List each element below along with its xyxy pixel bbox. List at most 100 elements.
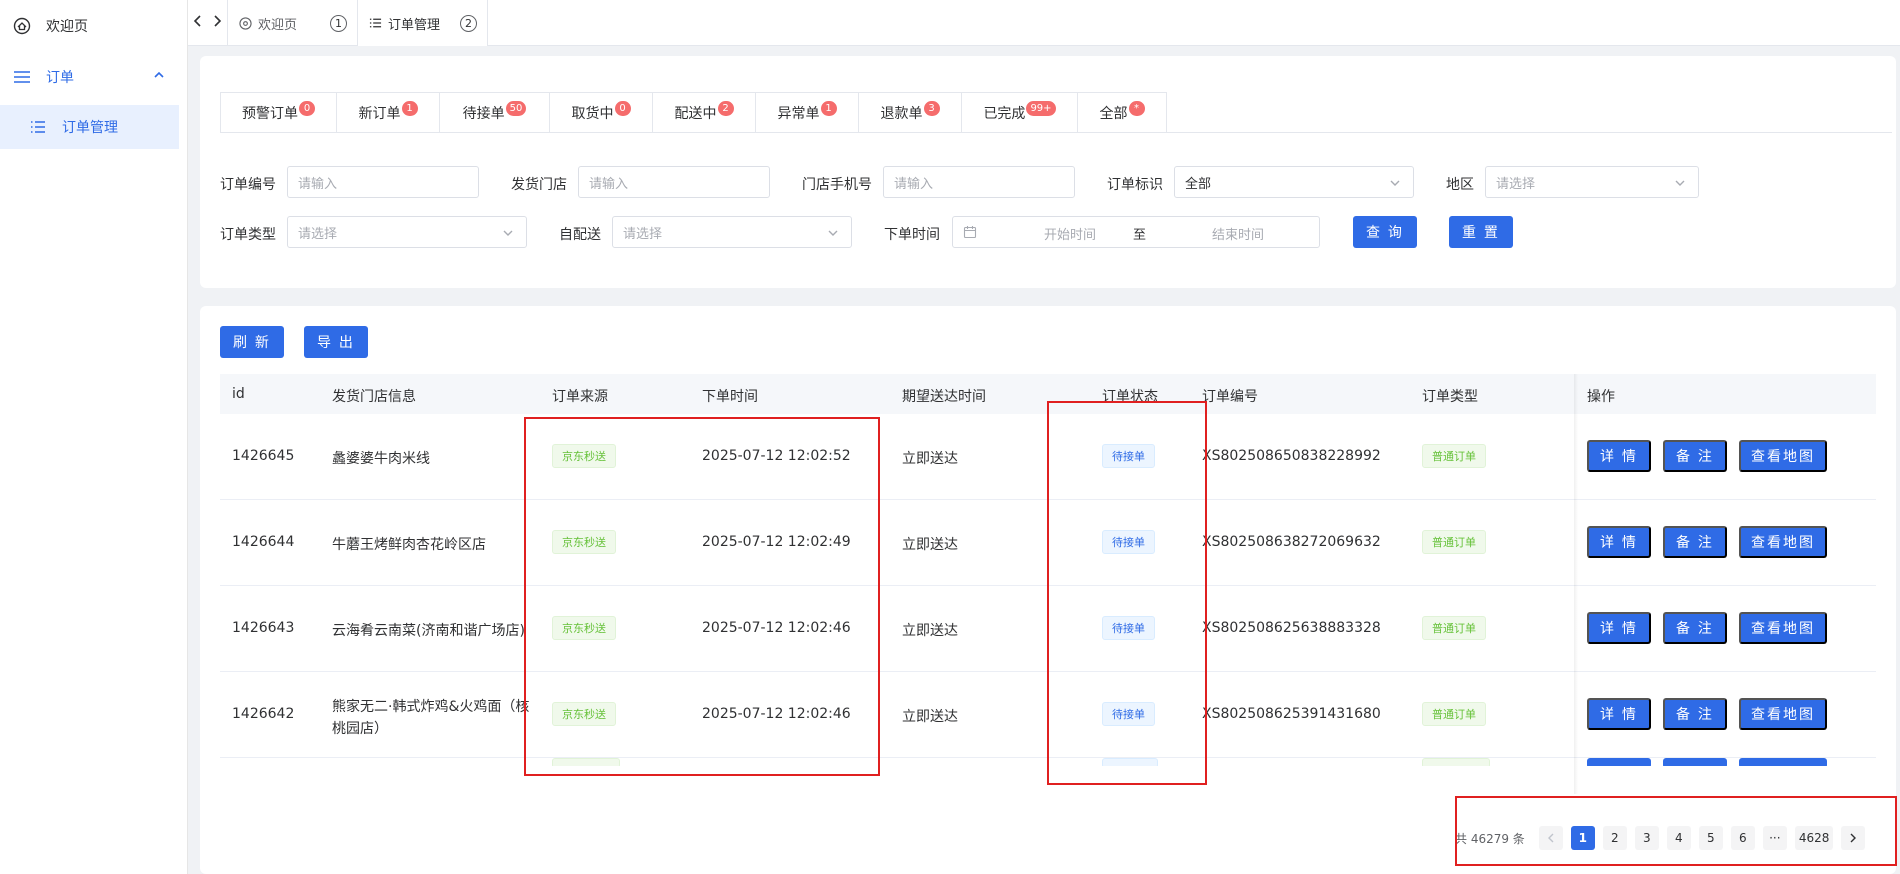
table-row: 1426644 牛蘑王烤鲜肉杏花岭区店 京东秒送 2025-07-12 12:0… — [220, 500, 1876, 586]
note-button[interactable]: 备 注 — [1663, 612, 1727, 644]
sidebar: 欢迎页 订单 订单管理 — [0, 0, 188, 874]
export-button[interactable]: 导 出 — [304, 326, 368, 358]
count-badge: 3 — [923, 100, 940, 116]
status-tab-label: 预警订单 — [242, 106, 298, 122]
status-tab-pending[interactable]: 待接单 50 — [440, 93, 550, 133]
col-header-type: 订单类型 — [1422, 389, 1478, 405]
mark-select-value: 全部 — [1185, 176, 1212, 192]
self-delivery-select[interactable]: 请选择 — [612, 216, 852, 248]
sidebar-item-orders[interactable]: 订单 — [0, 55, 179, 99]
col-header-expect-time: 期望送达时间 — [902, 389, 986, 405]
status-tab-label: 待接单 — [462, 106, 505, 122]
status-tab-new[interactable]: 新订单 1 — [337, 93, 440, 133]
view-map-button[interactable]: 查看地图 — [1739, 526, 1827, 558]
home-icon — [12, 16, 32, 36]
tab-welcome[interactable]: 欢迎页 1 — [228, 0, 358, 46]
table-row: 1426645 蠡婆婆牛肉米线 京东秒送 2025-07-12 12:02:52… — [220, 414, 1876, 500]
status-badge: 待接单 — [1102, 616, 1155, 640]
note-button[interactable]: 备 注 — [1663, 698, 1727, 730]
page-4[interactable]: 4 — [1666, 826, 1691, 850]
detail-button[interactable]: 详 情 — [1587, 440, 1651, 472]
tab-label: 订单管理 — [388, 17, 441, 33]
sidebar-item-order-management[interactable]: 订单管理 — [0, 105, 179, 149]
view-map-button[interactable]: 查看地图 — [1739, 440, 1827, 472]
page-1[interactable]: 1 — [1570, 826, 1595, 850]
region-select[interactable]: 请选择 — [1485, 166, 1699, 198]
cell-order-no: XS802508638272069632 — [1202, 534, 1381, 550]
pagination: 共 46279 条 1 2 3 4 5 6 ··· 4628 — [1455, 824, 1873, 852]
page-2[interactable]: 2 — [1602, 826, 1627, 850]
store-label: 发货门店 — [511, 177, 567, 193]
table-row-partial — [220, 758, 1876, 766]
note-button[interactable]: 备 注 — [1663, 526, 1727, 558]
sidebar-item-welcome[interactable]: 欢迎页 — [0, 4, 179, 48]
detail-button[interactable]: 详 情 — [1587, 612, 1651, 644]
refresh-button[interactable]: 刷 新 — [220, 326, 284, 358]
cell-order-no: XS802508650838228992 — [1202, 448, 1381, 464]
table-header: id 发货门店信息 订单来源 下单时间 期望送达时间 订单状态 订单编号 订单类… — [220, 374, 1876, 414]
type-select[interactable]: 请选择 — [287, 216, 527, 248]
tabs-divider — [220, 132, 1892, 133]
date-range-picker[interactable]: 开始时间 至 结束时间 — [952, 216, 1320, 248]
chevron-right-icon[interactable] — [212, 15, 222, 31]
status-tab-all[interactable]: 全部 * — [1078, 93, 1166, 133]
status-tab-exception[interactable]: 异常单 1 — [756, 93, 859, 133]
view-map-button[interactable]: 查看地图 — [1739, 698, 1827, 730]
type-tag: 普通订单 — [1422, 702, 1486, 726]
status-tab-delivering[interactable]: 配送中 2 — [653, 93, 756, 133]
count-badge: 1 — [820, 100, 837, 116]
note-button[interactable]: 备 注 — [1663, 440, 1727, 472]
type-tag-partial — [1422, 758, 1490, 766]
reset-button[interactable]: 重 置 — [1449, 216, 1513, 248]
note-button-partial — [1663, 758, 1727, 766]
order-status-tabs: 预警订单 0 新订单 1 待接单 50 取货中 0 配送中 2 异常单 1 退款单 3 已完成… — [220, 92, 1167, 133]
type-select-placeholder: 请选择 — [298, 226, 338, 242]
cell-id: 1426642 — [232, 706, 295, 722]
status-tab-label: 全部 — [1099, 106, 1128, 122]
type-tag: 普通订单 — [1422, 530, 1486, 554]
end-time-input[interactable]: 结束时间 — [1183, 224, 1293, 243]
page-last[interactable]: 4628 — [1794, 826, 1834, 850]
prev-page-button[interactable] — [1538, 826, 1563, 850]
detail-button[interactable]: 详 情 — [1587, 526, 1651, 558]
self-delivery-label: 自配送 — [559, 227, 601, 243]
query-button[interactable]: 查 询 — [1353, 216, 1417, 248]
page-5[interactable]: 5 — [1698, 826, 1723, 850]
count-badge: 99+ — [1026, 100, 1056, 116]
next-page-button[interactable] — [1841, 826, 1866, 850]
status-tab-label: 新订单 — [358, 106, 401, 122]
chevron-left-icon[interactable] — [193, 15, 203, 31]
tab-bar: 欢迎页 1 订单管理 2 — [188, 0, 1900, 46]
status-tab-label: 退款单 — [880, 106, 923, 122]
source-tag: 京东秒送 — [552, 530, 616, 554]
store-input[interactable]: 请输入 — [578, 166, 770, 198]
type-tag: 普通订单 — [1422, 444, 1486, 468]
mark-select[interactable]: 全部 — [1174, 166, 1414, 198]
chevron-down-icon — [1389, 177, 1401, 192]
source-tag: 京东秒送 — [552, 702, 616, 726]
cell-store: 牛蘑王烤鲜肉杏花岭区店 — [332, 537, 486, 553]
status-tab-pickup[interactable]: 取货中 0 — [550, 93, 653, 133]
tab-order-management[interactable]: 订单管理 2 — [358, 0, 488, 46]
start-time-input[interactable]: 开始时间 — [1015, 224, 1125, 243]
status-tab-warning[interactable]: 预警订单 0 — [221, 93, 337, 133]
cell-id: 1426645 — [232, 448, 295, 464]
status-tab-completed[interactable]: 已完成 99+ — [962, 93, 1078, 133]
more-pages-button[interactable]: ··· — [1762, 826, 1787, 850]
tab-scroll-arrows — [188, 0, 228, 46]
status-badge: 待接单 — [1102, 702, 1155, 726]
status-tab-refund[interactable]: 退款单 3 — [859, 93, 962, 133]
phone-input[interactable]: 请输入 — [883, 166, 1075, 198]
detail-button[interactable]: 详 情 — [1587, 698, 1651, 730]
cell-order-time: 2025-07-12 12:02:52 — [702, 448, 851, 464]
orders-table-panel: 刷 新 导 出 id 发货门店信息 订单来源 下单时间 期望送达时间 订单状态 … — [200, 306, 1896, 874]
order-no-input[interactable]: 请输入 — [287, 166, 479, 198]
menu-icon — [12, 67, 32, 87]
chevron-down-icon — [1674, 177, 1686, 192]
status-badge-partial — [1102, 758, 1158, 766]
view-map-button[interactable]: 查看地图 — [1739, 612, 1827, 644]
page-6[interactable]: 6 — [1730, 826, 1755, 850]
page-3[interactable]: 3 — [1634, 826, 1659, 850]
time-label: 下单时间 — [884, 227, 940, 243]
range-separator: 至 — [1133, 228, 1147, 243]
